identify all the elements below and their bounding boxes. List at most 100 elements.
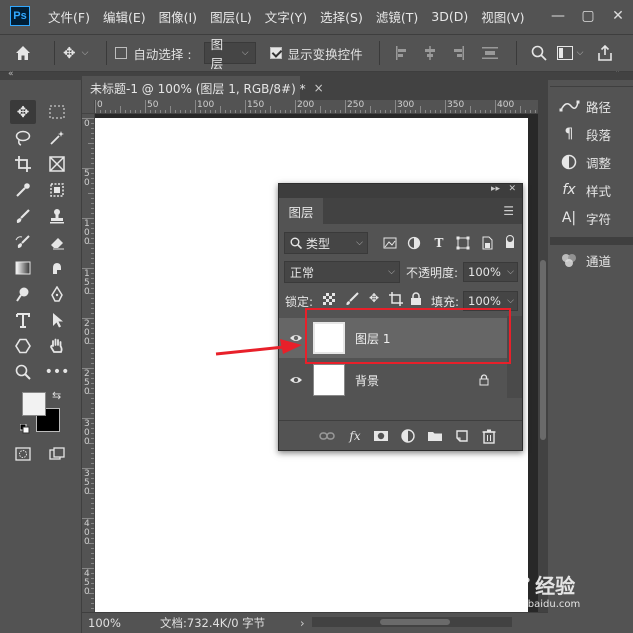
share-icon[interactable] xyxy=(597,45,613,61)
crop-tool[interactable] xyxy=(10,152,36,176)
close-button[interactable]: ✕ xyxy=(603,0,633,32)
layer-filter-dropdown[interactable]: 类型 ⌵ xyxy=(284,232,368,254)
align-right-icon[interactable] xyxy=(451,46,465,60)
brush-tool[interactable] xyxy=(10,204,36,228)
layers-panel-titlebar[interactable]: ▸▸ ✕ xyxy=(279,184,522,198)
gradient-tool[interactable] xyxy=(10,256,36,280)
screen-mode-button[interactable] xyxy=(44,442,70,466)
frame-tool[interactable] xyxy=(44,152,70,176)
menu-layer[interactable]: 图层(L) xyxy=(210,7,252,26)
lasso-tool[interactable] xyxy=(10,126,36,150)
hand-tool[interactable] xyxy=(44,334,70,358)
vertical-scrollbar[interactable] xyxy=(538,100,548,612)
status-menu-arrow[interactable]: › xyxy=(300,616,305,630)
quick-mask-button[interactable] xyxy=(10,442,36,466)
shape-tool[interactable] xyxy=(10,334,36,358)
marquee-tool[interactable] xyxy=(44,100,70,124)
foreground-color-swatch-top[interactable] xyxy=(22,392,46,416)
layer-name[interactable]: 背景 xyxy=(355,372,379,389)
history-brush-tool[interactable] xyxy=(10,230,36,254)
filter-pixel-icon[interactable] xyxy=(383,236,397,250)
lock-artboard-icon[interactable] xyxy=(389,292,403,306)
search-icon[interactable] xyxy=(531,45,547,61)
collapse-left-icon[interactable]: « xyxy=(8,69,14,79)
menu-view[interactable]: 视图(V) xyxy=(481,7,524,26)
pen-tool[interactable] xyxy=(44,282,70,306)
opacity-input[interactable]: 100% ⌵ xyxy=(463,262,518,282)
auto-select-checkbox[interactable] xyxy=(115,47,128,59)
horizontal-ruler[interactable]: 0 50 100 150 200 250 300 350 400 xyxy=(95,100,538,114)
magic-wand-tool[interactable] xyxy=(44,126,70,150)
new-layer-icon[interactable] xyxy=(454,428,470,444)
move-tool-preset[interactable]: ✥ ⌵ xyxy=(63,44,88,62)
dock-channels[interactable]: 通道 xyxy=(558,249,611,271)
default-colors-icon[interactable] xyxy=(20,424,30,434)
move-tool[interactable]: ✥ xyxy=(10,100,36,124)
dock-styles[interactable]: fx 样式 xyxy=(558,179,611,201)
more-tools-button[interactable]: ••• xyxy=(44,360,70,384)
home-button[interactable] xyxy=(0,34,46,72)
menu-image[interactable]: 图像(I) xyxy=(159,7,197,26)
visibility-eye-icon[interactable] xyxy=(289,333,303,343)
add-mask-icon[interactable] xyxy=(373,428,389,444)
lock-all-icon[interactable] xyxy=(410,292,422,306)
visibility-eye-icon[interactable] xyxy=(289,375,303,385)
lock-transparency-icon[interactable] xyxy=(323,293,335,305)
minimize-button[interactable]: — xyxy=(543,0,573,32)
horizontal-scrollbar[interactable] xyxy=(312,617,512,627)
scroll-thumb[interactable] xyxy=(540,260,546,440)
path-selection-tool[interactable] xyxy=(44,308,70,332)
menu-type[interactable]: 文字(Y) xyxy=(265,7,307,26)
stamp-tool[interactable] xyxy=(44,204,70,228)
zoom-tool[interactable] xyxy=(10,360,36,384)
layer-style-fx-icon[interactable]: fx xyxy=(347,428,363,444)
ruler-origin[interactable] xyxy=(82,100,95,114)
filter-adjustment-icon[interactable] xyxy=(407,236,421,250)
layer-row-background[interactable]: 背景 xyxy=(279,360,507,400)
vertical-ruler[interactable]: 0 50 100 150 200 250 300 350 400 450 xyxy=(82,114,95,612)
swap-colors-icon[interactable]: ⇆ xyxy=(52,389,61,402)
type-tool[interactable] xyxy=(10,308,36,332)
lock-pixels-icon[interactable] xyxy=(345,292,359,306)
delete-layer-trash-icon[interactable] xyxy=(481,428,497,444)
dock-character[interactable]: A| 字符 xyxy=(558,207,611,229)
workspace-switcher[interactable]: ⌵ xyxy=(556,46,583,60)
distribute-icon[interactable] xyxy=(481,46,498,60)
collapse-panel-icon[interactable]: ▸▸ xyxy=(491,184,500,194)
link-layers-icon[interactable] xyxy=(319,428,335,444)
menu-3d[interactable]: 3D(D) xyxy=(431,9,468,24)
blur-tool[interactable] xyxy=(44,256,70,280)
menu-edit[interactable]: 编辑(E) xyxy=(103,7,146,26)
lock-position-icon[interactable]: ✥ xyxy=(367,291,381,305)
dock-paragraph[interactable]: ¶ 段落 xyxy=(558,123,611,145)
close-tab-icon[interactable]: × xyxy=(314,81,324,95)
document-tab[interactable]: 未标题-1 @ 100% (图层 1, RGB/8#) * × xyxy=(82,76,324,100)
dock-adjustments[interactable]: 调整 xyxy=(558,151,611,173)
auto-select-target-dropdown[interactable]: 图层 ⌵ xyxy=(203,37,256,71)
3d-material-tool[interactable] xyxy=(44,178,70,202)
maximize-button[interactable]: ▢ xyxy=(573,0,603,32)
eyedropper-tool[interactable] xyxy=(10,178,36,202)
show-transform-checkbox[interactable] xyxy=(269,47,282,59)
menu-filter[interactable]: 滤镜(T) xyxy=(376,7,418,26)
panel-menu-icon[interactable]: ☰ xyxy=(503,204,514,218)
filter-type-icon[interactable]: T xyxy=(432,236,446,250)
menu-file[interactable]: 文件(F) xyxy=(48,7,90,26)
eraser-tool[interactable] xyxy=(44,230,70,254)
align-left-icon[interactable] xyxy=(395,46,409,60)
close-panel-icon[interactable]: ✕ xyxy=(508,184,516,194)
scroll-thumb[interactable] xyxy=(380,619,450,625)
new-group-folder-icon[interactable] xyxy=(427,428,443,444)
zoom-level[interactable]: 100% xyxy=(82,616,130,630)
new-adjustment-layer-icon[interactable] xyxy=(400,428,416,444)
dock-paths[interactable]: 路径 xyxy=(558,95,611,117)
tab-layers[interactable]: 图层 xyxy=(279,198,323,224)
filter-shape-icon[interactable] xyxy=(456,236,470,250)
filter-smart-object-icon[interactable] xyxy=(480,236,494,250)
menu-select[interactable]: 选择(S) xyxy=(320,7,363,26)
blend-mode-dropdown[interactable]: 正常 ⌵ xyxy=(284,261,400,283)
ruler-label: 150 xyxy=(247,100,265,110)
dodge-tool[interactable] xyxy=(10,282,36,306)
align-center-icon[interactable] xyxy=(423,46,437,60)
filter-toggle-icon[interactable] xyxy=(505,234,519,248)
